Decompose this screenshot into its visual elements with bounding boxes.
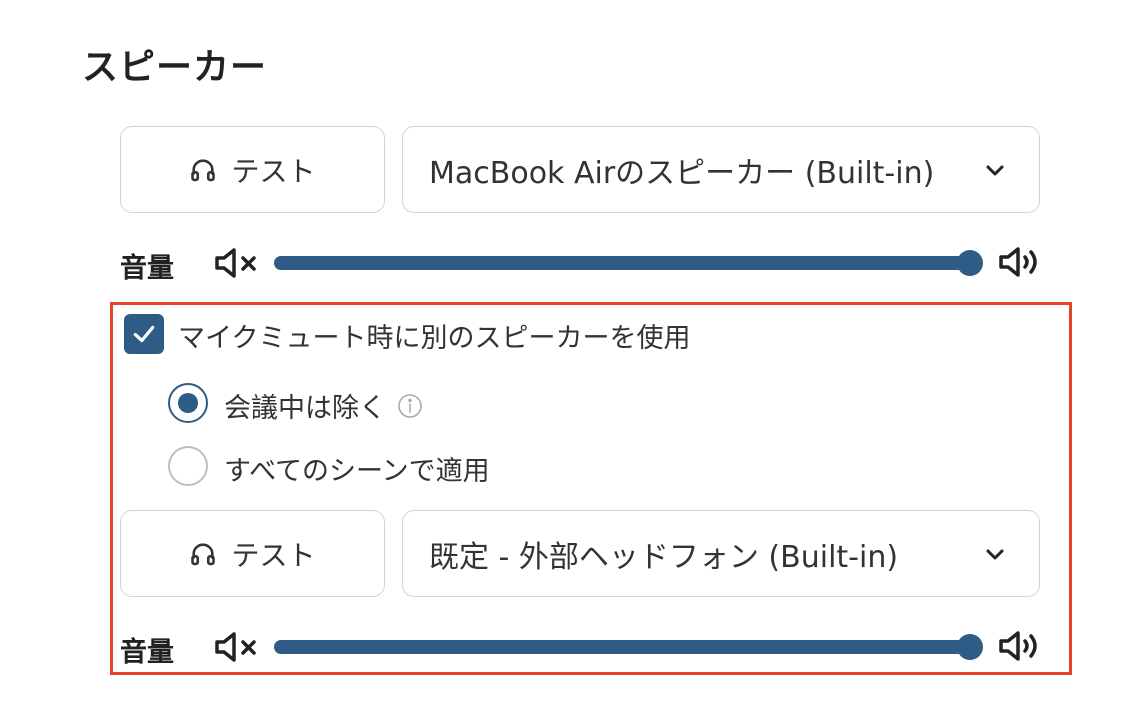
primary-volume-thumb[interactable] (957, 250, 983, 276)
alt-volume-slider[interactable] (274, 634, 983, 660)
speaker-volume-icon[interactable] (998, 629, 1042, 663)
radio-exclude-meetings[interactable] (168, 383, 208, 423)
radio-apply-all-scenes[interactable] (168, 446, 208, 486)
primary-volume-fill (274, 256, 970, 270)
speaker-mute-icon[interactable] (214, 631, 260, 663)
primary-volume-slider[interactable] (274, 250, 983, 276)
alt-speaker-checkbox-label: マイクミュート時に別のスピーカーを使用 (178, 323, 691, 354)
alt-volume-fill (274, 640, 970, 654)
alt-speaker-select[interactable]: 既定 - 外部ヘッドフォン (Built-in) (402, 510, 1040, 597)
info-icon[interactable] (397, 393, 423, 419)
primary-volume-label: 音量 (120, 253, 174, 284)
primary-speaker-select[interactable]: MacBook Airのスピーカー (Built-in) (402, 126, 1040, 213)
primary-speaker-value: MacBook Airのスピーカー (Built-in) (429, 155, 935, 191)
test-button-label: テスト (231, 154, 316, 188)
speaker-mute-icon[interactable] (214, 247, 260, 279)
section-title: スピーカー (82, 47, 268, 88)
alt-volume-thumb[interactable] (957, 634, 983, 660)
chevron-down-icon (983, 542, 1007, 566)
speaker-volume-icon[interactable] (998, 245, 1042, 279)
headphones-icon (189, 156, 217, 184)
chevron-down-icon (983, 158, 1007, 182)
test-button-label: テスト (231, 538, 316, 572)
checkmark-icon (133, 325, 155, 343)
headphones-icon (189, 540, 217, 568)
alt-speaker-highlight (110, 302, 1072, 675)
alt-speaker-value: 既定 - 外部ヘッドフォン (Built-in) (429, 539, 899, 575)
alt-volume-label: 音量 (120, 637, 174, 668)
alt-test-button[interactable]: テスト (120, 510, 385, 597)
speaker-settings-panel: スピーカー テスト MacBook Airのスピーカー (Built-in) 音… (0, 0, 1124, 710)
radio-exclude-meetings-label: 会議中は除く (224, 393, 386, 424)
primary-test-button[interactable]: テスト (120, 126, 385, 213)
alt-speaker-checkbox[interactable] (124, 314, 164, 354)
radio-apply-all-scenes-label: すべてのシーンで適用 (224, 456, 490, 487)
